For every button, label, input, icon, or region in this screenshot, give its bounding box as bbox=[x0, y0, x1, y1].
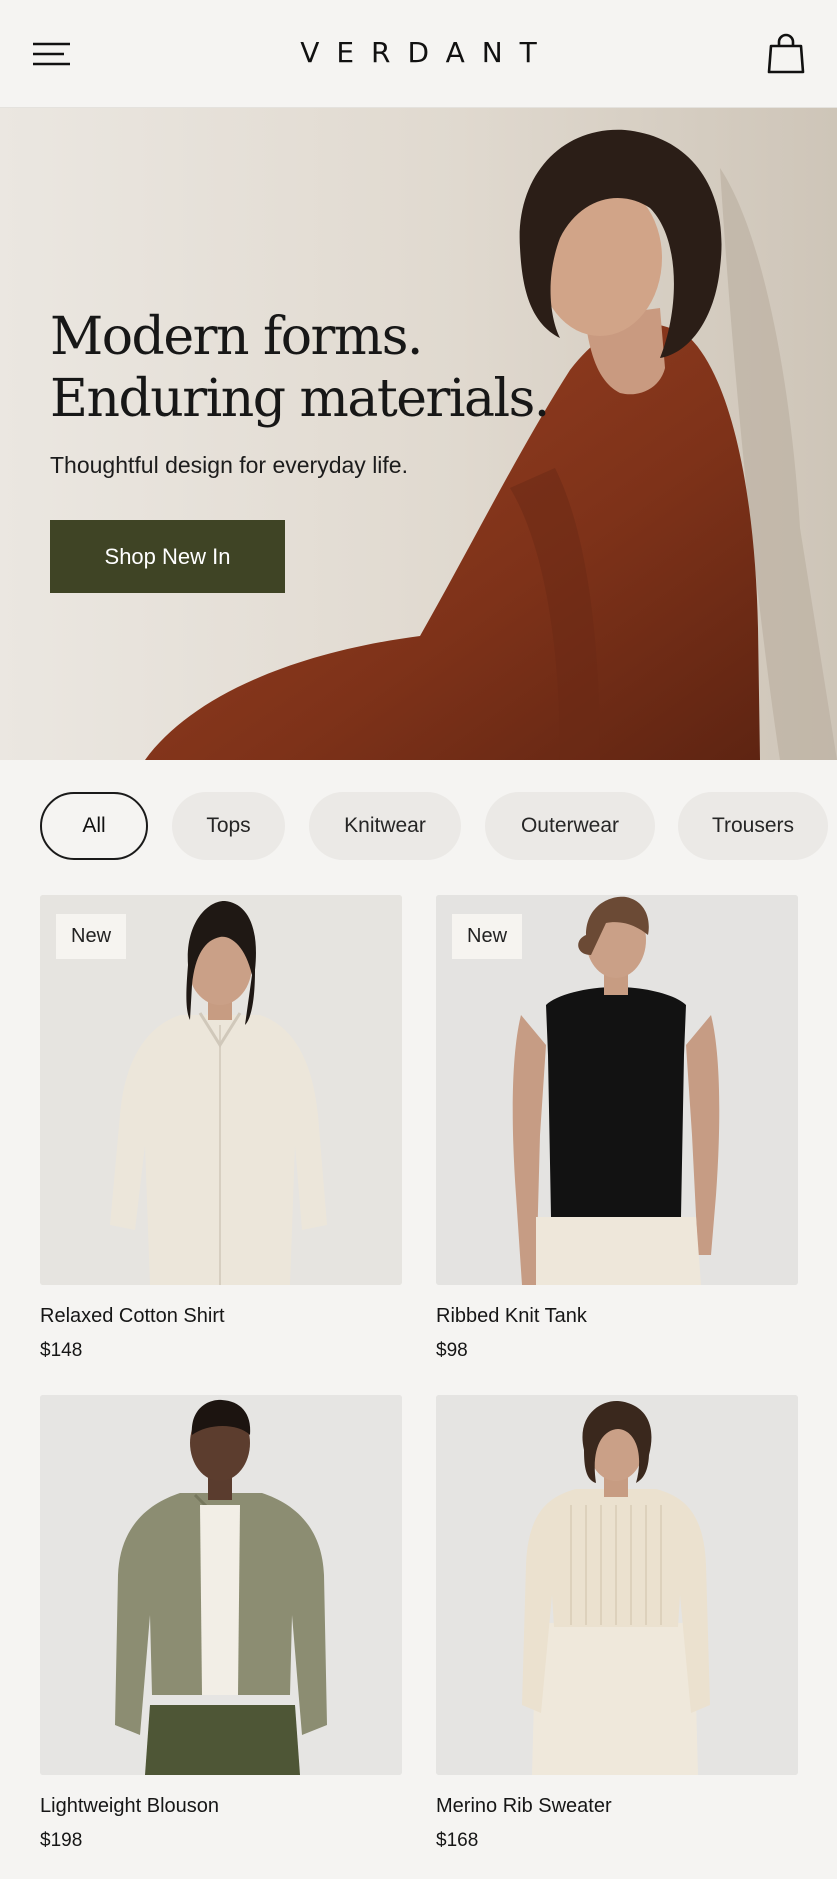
product-image[interactable] bbox=[436, 1395, 798, 1775]
hero-title: Modern forms. Enduring materials. bbox=[50, 306, 550, 430]
product-photo bbox=[436, 1395, 798, 1775]
product-name[interactable]: Lightweight Blouson bbox=[40, 1795, 402, 1818]
product-name[interactable]: Merino Rib Sweater bbox=[436, 1795, 798, 1818]
product-price: $168 bbox=[436, 1830, 479, 1851]
hero-model-image bbox=[0, 108, 837, 760]
product-card-merino-rib-sweater[interactable]: Merino Rib Sweater $168 bbox=[436, 1395, 798, 1852]
filter-chip-trousers[interactable]: Trousers bbox=[678, 792, 828, 860]
hero-title-line-1: Modern forms. bbox=[50, 307, 423, 367]
product-card-ribbed-knit-tank[interactable]: New Ribbed Knit Tank $98 bbox=[436, 895, 798, 1362]
category-filter-bar: All Tops Knitwear Outerwear Trousers bbox=[0, 760, 837, 890]
product-card-relaxed-cotton-shirt[interactable]: New Relaxed Cotton Shirt $148 bbox=[40, 895, 402, 1362]
new-badge: New bbox=[452, 914, 523, 959]
product-name[interactable]: Relaxed Cotton Shirt bbox=[40, 1305, 402, 1328]
product-image[interactable]: New bbox=[436, 895, 798, 1285]
brand-logo[interactable]: VERDANT bbox=[0, 36, 837, 69]
product-photo bbox=[40, 1395, 402, 1775]
product-image[interactable]: New bbox=[40, 895, 402, 1285]
site-header: VERDANT bbox=[0, 0, 837, 108]
hero-banner: Modern forms. Enduring materials. Though… bbox=[0, 108, 837, 760]
product-price: $98 bbox=[436, 1340, 468, 1361]
product-price: $148 bbox=[40, 1340, 83, 1361]
product-price: $198 bbox=[40, 1830, 83, 1851]
filter-chip-all[interactable]: All bbox=[40, 792, 148, 860]
shop-new-in-button[interactable]: Shop New In bbox=[50, 520, 285, 593]
product-name[interactable]: Ribbed Knit Tank bbox=[436, 1305, 798, 1328]
filter-chip-outerwear[interactable]: Outerwear bbox=[485, 792, 655, 860]
hero-title-line-2: Enduring materials. bbox=[50, 369, 550, 429]
filter-chip-knitwear[interactable]: Knitwear bbox=[309, 792, 461, 860]
new-badge: New bbox=[56, 914, 127, 959]
shopping-bag-icon[interactable] bbox=[766, 32, 806, 76]
filter-chip-tops[interactable]: Tops bbox=[172, 792, 285, 860]
product-image[interactable] bbox=[40, 1395, 402, 1775]
hero-subtitle: Thoughtful design for everyday life. bbox=[50, 452, 408, 478]
product-card-lightweight-blouson[interactable]: Lightweight Blouson $198 bbox=[40, 1395, 402, 1852]
